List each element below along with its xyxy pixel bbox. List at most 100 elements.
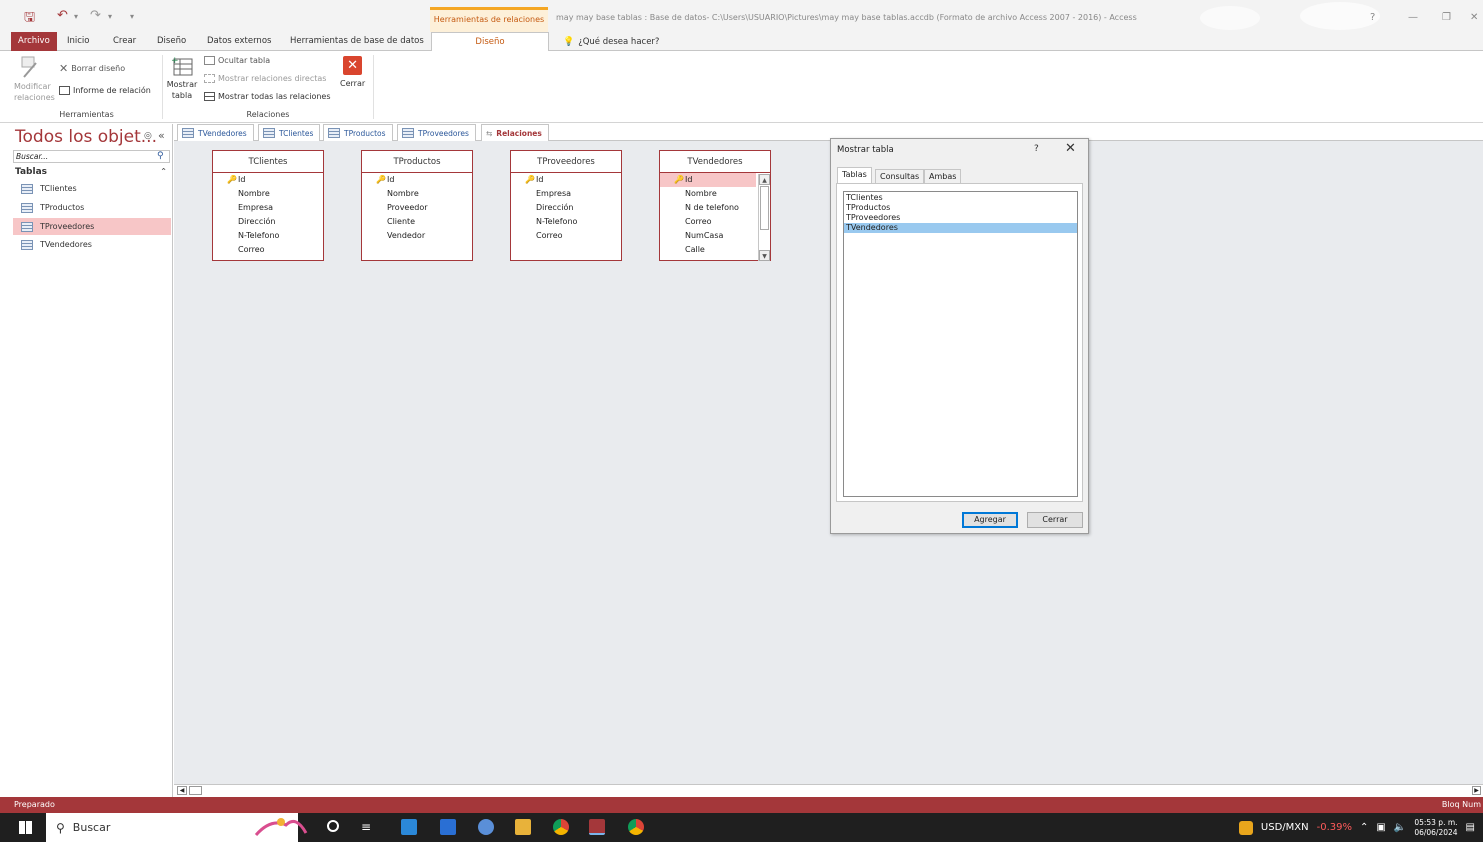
nav-section-tablas[interactable]: Tablas ⌃: [15, 167, 167, 177]
scroll-down-icon[interactable]: ▼: [759, 250, 770, 261]
restore-icon[interactable]: ❐: [1442, 12, 1451, 23]
hide-table-button[interactable]: Ocultar tabla: [204, 56, 270, 65]
minimize-icon[interactable]: —: [1408, 12, 1418, 23]
horizontal-scrollbar[interactable]: ◀ ▶: [174, 784, 1483, 796]
table-field[interactable]: Empresa: [213, 201, 323, 215]
scroll-up-icon[interactable]: ▲: [759, 174, 770, 185]
dialog-tab-ambas[interactable]: Ambas: [924, 169, 962, 183]
multitask-icon[interactable]: ≡: [361, 820, 371, 834]
tab-herramientas-base-datos[interactable]: Herramientas de base de datos: [283, 32, 431, 51]
table-box-tproductos[interactable]: TProductos 🔑 Id Nombre Proveedor Cliente …: [361, 150, 473, 261]
table-field[interactable]: 🔑 Id: [362, 173, 472, 187]
tab-diseno-relaciones[interactable]: Diseño: [431, 32, 549, 52]
direct-relationships-button[interactable]: Mostrar relaciones directas: [204, 74, 326, 83]
nav-search-input[interactable]: Buscar...: [13, 150, 170, 163]
tab-diseno[interactable]: Diseño: [150, 32, 193, 51]
dialog-close-icon[interactable]: ✕: [1065, 141, 1076, 156]
list-item[interactable]: TClientes: [844, 193, 1077, 203]
customize-qat-icon[interactable]: ▾: [130, 12, 134, 30]
all-relationships-button[interactable]: Mostrar todas las relaciones: [204, 92, 331, 101]
tab-archivo[interactable]: Archivo: [11, 32, 57, 51]
nav-pane-title[interactable]: Todos los objet...: [15, 127, 157, 147]
currency-pair[interactable]: USD/MXN: [1261, 822, 1309, 833]
show-table-button[interactable]: + Mostrar tabla: [166, 55, 198, 101]
store-icon[interactable]: [401, 819, 417, 835]
table-field[interactable]: 🔑 Id: [511, 173, 621, 187]
table-field[interactable]: NumCasa: [660, 229, 770, 243]
table-field[interactable]: Empresa: [511, 187, 621, 201]
close-dialog-button[interactable]: Cerrar: [1027, 512, 1083, 528]
undo-icon[interactable]: ↶: [57, 8, 68, 26]
table-field[interactable]: Calle: [660, 243, 770, 257]
redo-icon[interactable]: ↷: [90, 8, 101, 26]
table-field[interactable]: 🔑 Id: [213, 173, 323, 187]
table-field[interactable]: Correo: [511, 229, 621, 243]
doc-tab-relaciones[interactable]: ⇆ Relaciones: [481, 124, 549, 141]
nav-collapse-icon[interactable]: «: [158, 129, 165, 142]
close-window-icon[interactable]: ✕: [1470, 12, 1478, 23]
relationship-report-button[interactable]: Informe de relación: [59, 86, 151, 95]
tab-inicio[interactable]: Inicio: [60, 32, 97, 51]
list-item[interactable]: TProveedores: [844, 213, 1077, 223]
dialog-help-icon[interactable]: ?: [1034, 144, 1039, 154]
table-box-title[interactable]: TVendedores: [660, 151, 770, 173]
scroll-left-icon[interactable]: ◀: [177, 786, 187, 795]
dialog-tab-consultas[interactable]: Consultas: [875, 169, 925, 183]
doc-tab-tvendedores[interactable]: TVendedores: [177, 124, 254, 141]
modify-relationships-button[interactable]: Modificar relaciones: [14, 55, 58, 103]
access-app-icon[interactable]: [589, 819, 605, 835]
table-field[interactable]: Proveedor: [362, 201, 472, 215]
chrome-profile-icon[interactable]: [628, 819, 644, 835]
table-field[interactable]: Correo: [660, 215, 770, 229]
tell-me-box[interactable]: 💡 ¿Qué desea hacer?: [556, 32, 666, 51]
table-box-title[interactable]: TProveedores: [511, 151, 621, 173]
doc-tab-tclientes[interactable]: TClientes: [258, 124, 321, 141]
chrome-icon[interactable]: [553, 819, 569, 835]
table-field[interactable]: 🔑 Id: [660, 173, 756, 187]
save-icon[interactable]: 🖫: [24, 8, 35, 26]
mail-icon[interactable]: [440, 819, 456, 835]
nav-menu-dropdown-icon[interactable]: ◎: [144, 131, 152, 141]
nav-item-tvendedores[interactable]: TVendedores: [13, 236, 171, 253]
chevron-up-icon[interactable]: ⌃: [1360, 822, 1368, 833]
table-field[interactable]: Nombre: [362, 187, 472, 201]
tab-crear[interactable]: Crear: [106, 32, 143, 51]
table-box-tvendedores[interactable]: TVendedores 🔑 Id Nombre N de telefono Cor…: [659, 150, 771, 261]
table-field[interactable]: N de telefono: [660, 201, 770, 215]
chevron-up-icon[interactable]: ⌃: [160, 167, 167, 176]
help-icon[interactable]: ?: [1370, 12, 1375, 23]
table-box-tproveedores[interactable]: TProveedores 🔑 Id Empresa Dirección N-Tel…: [510, 150, 622, 261]
nav-item-tproductos[interactable]: TProductos: [13, 199, 171, 216]
table-box-title[interactable]: TClientes: [213, 151, 323, 173]
doc-tab-tproveedores[interactable]: TProveedores: [397, 124, 476, 141]
search-icon[interactable]: ⚲: [157, 151, 164, 161]
taskbar-search-box[interactable]: ⚲ Buscar: [46, 813, 308, 842]
table-box-tclientes[interactable]: TClientes 🔑 Id Nombre Empresa Dirección N…: [212, 150, 324, 261]
volume-icon[interactable]: 🔈: [1394, 822, 1406, 833]
table-field[interactable]: Vendedor: [362, 229, 472, 243]
task-view-icon[interactable]: [327, 820, 339, 832]
dialog-tab-tablas[interactable]: Tablas: [837, 167, 872, 184]
redo-dropdown-icon[interactable]: ▾: [108, 12, 112, 30]
network-icon[interactable]: ▣: [1376, 822, 1385, 833]
table-field[interactable]: N-Telefono: [213, 229, 323, 243]
list-item[interactable]: TVendedores: [844, 223, 1077, 233]
table-field[interactable]: Cliente: [362, 215, 472, 229]
scroll-thumb[interactable]: [189, 786, 202, 795]
windows-start-icon[interactable]: [19, 821, 32, 834]
table-box-title[interactable]: TProductos: [362, 151, 472, 173]
table-field[interactable]: Correo: [213, 243, 323, 257]
notifications-icon[interactable]: ▤: [1466, 822, 1475, 833]
tab-datos-externos[interactable]: Datos externos: [200, 32, 278, 51]
add-button[interactable]: Agregar: [962, 512, 1018, 528]
scroll-thumb[interactable]: [760, 186, 769, 230]
clock[interactable]: 05:53 p. m. 06/06/2024: [1414, 818, 1457, 838]
undo-dropdown-icon[interactable]: ▾: [74, 12, 78, 30]
table-field[interactable]: Dirección: [511, 201, 621, 215]
weather-icon[interactable]: [478, 819, 494, 835]
nav-item-tproveedores[interactable]: TProveedores: [13, 218, 171, 235]
table-field[interactable]: Dirección: [213, 215, 323, 229]
nav-item-tclientes[interactable]: TClientes: [13, 180, 171, 197]
scroll-right-icon[interactable]: ▶: [1472, 786, 1481, 795]
doc-tab-tproductos[interactable]: TProductos: [323, 124, 393, 141]
